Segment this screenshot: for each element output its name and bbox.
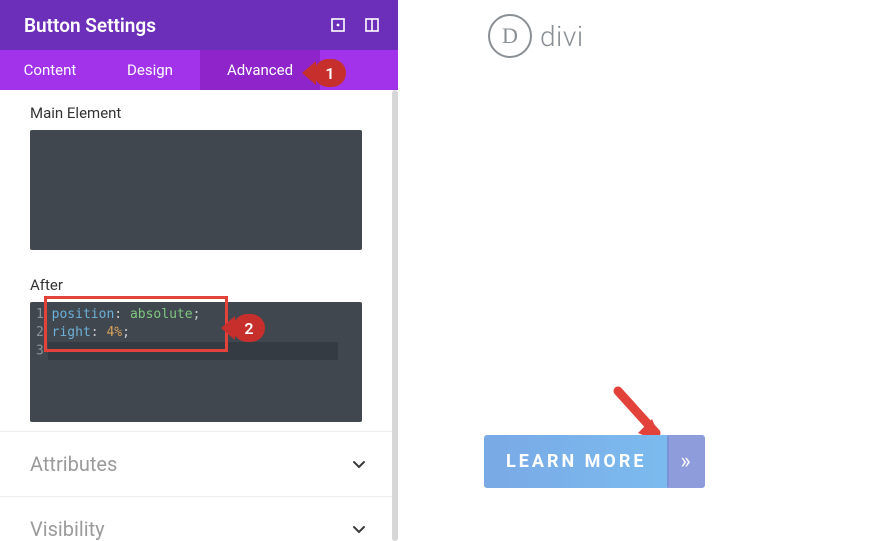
code-prop-1: position [52, 307, 115, 322]
after-code[interactable]: 1 position: absolute; 2 right: 4%; 3 [30, 302, 362, 422]
annotation-number-2: 2 [235, 314, 263, 342]
tab-design[interactable]: Design [100, 50, 200, 90]
annotation-balloon-1: 1 [314, 59, 346, 87]
main-element-code[interactable] [30, 130, 362, 250]
learn-more-button[interactable]: LEARN MORE [484, 435, 669, 488]
code-val-1: absolute [130, 307, 193, 322]
brand-text: divi [540, 20, 584, 53]
expand-icon[interactable] [330, 17, 346, 33]
panel-header: Button Settings [0, 0, 398, 50]
section-visibility-label: Visibility [30, 517, 105, 541]
chevron-down-icon [350, 455, 368, 473]
annotation-number-1: 1 [316, 59, 344, 87]
learn-more-wrap: LEARN MORE » [484, 435, 705, 488]
after-label: After [30, 276, 368, 294]
preview-pane: D divi LEARN MORE » [398, 0, 880, 541]
code-prop-2: right [52, 325, 91, 340]
section-attributes-label: Attributes [30, 452, 117, 476]
learn-more-chevron[interactable]: » [667, 435, 705, 488]
code-val-2: 4% [106, 325, 122, 340]
section-attributes[interactable]: Attributes [0, 432, 398, 496]
brand-logo: D [488, 14, 532, 58]
chevron-down-icon [350, 520, 368, 538]
annotation-balloon-2: 2 [233, 314, 265, 342]
tab-content[interactable]: Content [0, 50, 100, 90]
header-icons [330, 17, 380, 33]
panel-body: Main Element After 1 position: absolute;… [0, 90, 398, 431]
section-visibility[interactable]: Visibility [0, 497, 398, 541]
columns-icon[interactable] [364, 17, 380, 33]
panel-title: Button Settings [24, 14, 330, 37]
learn-more-label: LEARN MORE [506, 451, 647, 472]
main-element-label: Main Element [30, 104, 368, 122]
settings-panel: Button Settings Content Design [0, 0, 398, 541]
chevron-right-icon: » [680, 449, 690, 474]
brand: D divi [488, 14, 584, 58]
